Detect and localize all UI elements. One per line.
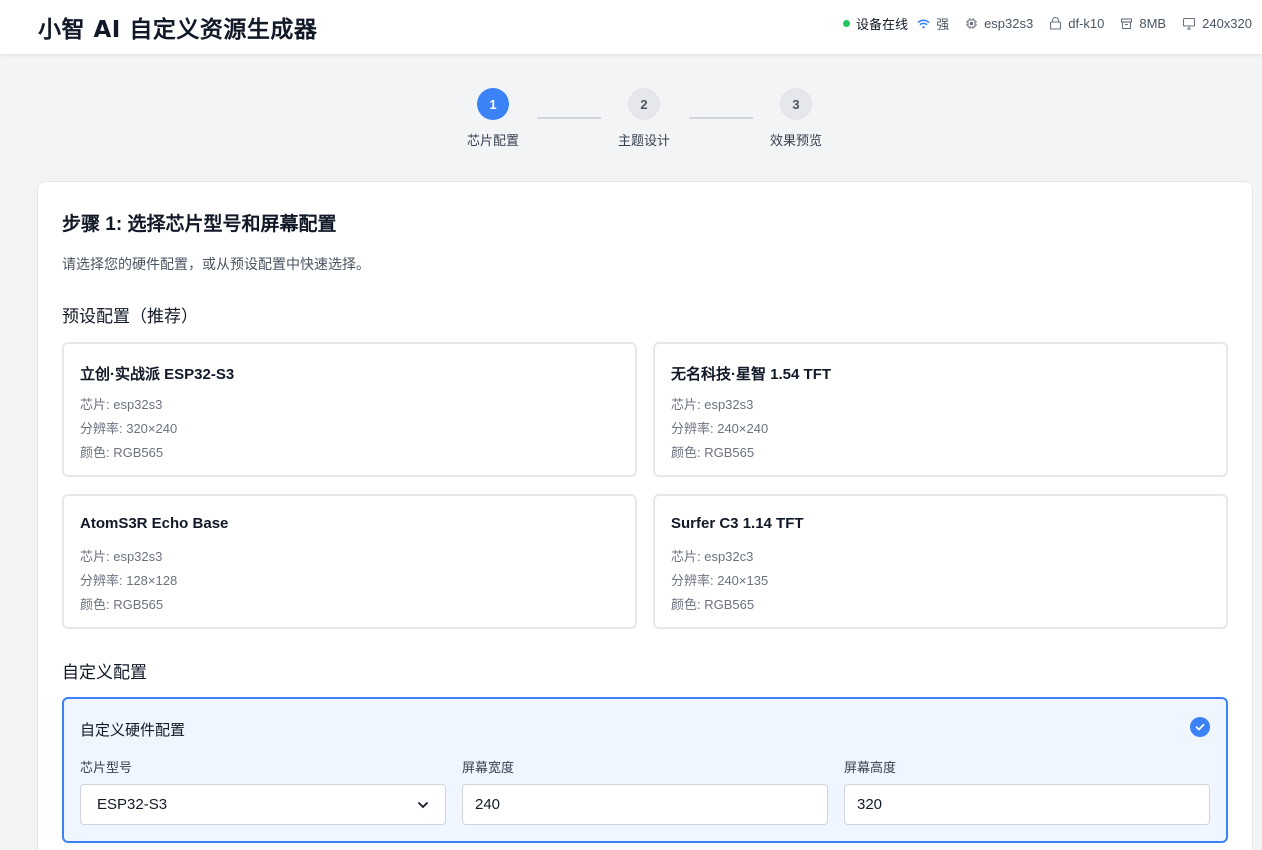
chip-model-label: 芯片型号: [80, 760, 133, 775]
flash-label: 8MB: [1139, 16, 1167, 31]
preset-card[interactable]: 立创·实战派 ESP32-S3 芯片: esp32s3 分辨率: 320×240…: [62, 342, 637, 477]
preset-color: 颜色: RGB565: [671, 445, 755, 460]
online-dot-icon: [843, 20, 851, 27]
chevron-down-icon: [417, 796, 429, 813]
status-online-label: 设备在线: [856, 17, 909, 32]
step-label: 芯片配置: [466, 133, 519, 148]
screen-width-value: 240: [475, 796, 501, 813]
checkmark-icon: [1190, 717, 1210, 737]
step-card: 步骤 1: 选择芯片型号和屏幕配置 请选择您的硬件配置，或从预设配置中快速选择。…: [37, 181, 1253, 850]
status-chip: esp32s3: [965, 16, 1033, 31]
chip-icon: [965, 17, 978, 30]
status-resolution: 240x320: [1182, 16, 1252, 31]
chip-model-value: ESP32-S3: [97, 796, 168, 813]
preset-resolution: 分辨率: 320×240: [80, 421, 178, 436]
preset-chip: 芯片: esp32s3: [80, 549, 163, 564]
progress-stepper: 1 芯片配置 2 主题设计 3 效果预览: [0, 88, 1262, 158]
preset-resolution: 分辨率: 240×135: [671, 573, 769, 588]
screen-height-input[interactable]: 320: [844, 784, 1210, 825]
preset-name: 立创·实战派 ESP32-S3: [80, 366, 235, 383]
screen-width-label: 屏幕宽度: [462, 760, 515, 775]
presets-section-title: 预设配置（推荐）: [62, 307, 198, 326]
preset-color: 颜色: RGB565: [80, 597, 164, 612]
preset-card[interactable]: 无名科技·星智 1.54 TFT 芯片: esp32s3 分辨率: 240×24…: [653, 342, 1228, 477]
app-header: 小智 AI 自定义资源生成器 设备在线 强 esp32s3 df-k10 8MB…: [0, 0, 1262, 55]
resolution-label: 240x320: [1202, 16, 1252, 31]
screen-height-value: 320: [857, 796, 883, 813]
step-label: 效果预览: [769, 133, 822, 148]
step-connector: [537, 117, 601, 119]
preset-color: 颜色: RGB565: [80, 445, 164, 460]
step-number: 3: [780, 88, 812, 120]
step-chip-config[interactable]: 1 芯片配置: [443, 88, 543, 149]
custom-config-card[interactable]: 自定义硬件配置 芯片型号 ESP32-S3 屏幕宽度 240 屏幕高度 320: [62, 697, 1228, 843]
screen-width-input[interactable]: 240: [462, 784, 828, 825]
preset-card[interactable]: AtomS3R Echo Base 芯片: esp32s3 分辨率: 128×1…: [62, 494, 637, 629]
app-title: 小智 AI 自定义资源生成器: [38, 17, 318, 43]
monitor-icon: [1182, 17, 1196, 30]
step-preview[interactable]: 3 效果预览: [746, 88, 846, 149]
step-theme-design[interactable]: 2 主题设计: [594, 88, 694, 149]
preset-chip: 芯片: esp32s3: [80, 397, 163, 412]
storage-icon: [1120, 17, 1133, 30]
preset-color: 颜色: RGB565: [671, 597, 755, 612]
preset-chip: 芯片: esp32c3: [671, 549, 754, 564]
step-number: 2: [628, 88, 660, 120]
screen-height-label: 屏幕高度: [844, 760, 897, 775]
status-flash: 8MB: [1120, 16, 1166, 31]
chip-model-select[interactable]: ESP32-S3: [80, 784, 446, 825]
chip-label: esp32s3: [984, 16, 1034, 31]
board-label: df-k10: [1068, 16, 1105, 31]
signal-strength-label: 强: [936, 17, 950, 32]
status-board: df-k10: [1049, 16, 1104, 31]
preset-chip: 芯片: esp32s3: [671, 397, 754, 412]
device-status-bar: 设备在线 强 esp32s3 df-k10 8MB 240x320: [827, 14, 1252, 33]
wifi-icon: [917, 19, 930, 29]
page-title: 步骤 1: 选择芯片型号和屏幕配置: [62, 214, 337, 235]
custom-section-title: 自定义配置: [62, 663, 147, 682]
step-label: 主题设计: [617, 133, 670, 148]
preset-name: Surfer C3 1.14 TFT: [671, 515, 804, 532]
status-signal: 强: [917, 14, 949, 33]
preset-name: 无名科技·星智 1.54 TFT: [671, 366, 832, 383]
step-connector: [689, 117, 753, 119]
status-online: 设备在线: [843, 14, 908, 33]
board-icon: [1049, 17, 1062, 30]
preset-resolution: 分辨率: 128×128: [80, 573, 178, 588]
custom-config-heading: 自定义硬件配置: [80, 722, 186, 739]
step-number: 1: [477, 88, 509, 120]
preset-resolution: 分辨率: 240×240: [671, 421, 769, 436]
preset-card[interactable]: Surfer C3 1.14 TFT 芯片: esp32c3 分辨率: 240×…: [653, 494, 1228, 629]
preset-name: AtomS3R Echo Base: [80, 515, 229, 532]
page-description: 请选择您的硬件配置，或从预设配置中快速选择。: [62, 256, 370, 272]
